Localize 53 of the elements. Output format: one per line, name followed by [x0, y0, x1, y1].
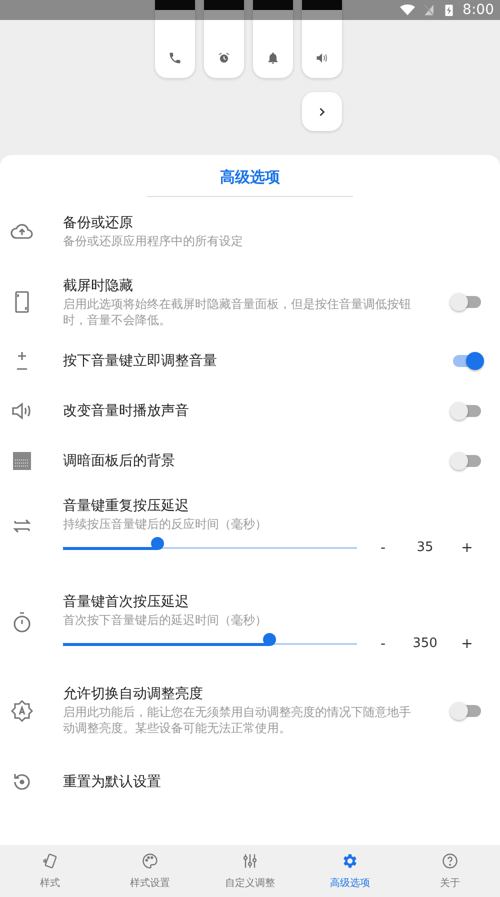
wifi-icon	[400, 4, 415, 16]
volume-slider-card[interactable]	[253, 0, 293, 78]
nav-tab[interactable]: 样式设置	[100, 845, 200, 897]
increase-button[interactable]: +	[457, 636, 477, 652]
setting-description: 启用此功能后，能让您在无须禁用自动调整亮度的情况下随意地手动调整亮度。某些设备可能无法正常使用。	[63, 704, 412, 736]
setting-title: 音量键重复按压延迟	[63, 496, 190, 516]
no-signal-icon	[422, 4, 435, 16]
setting-title: 按下音量键立即调整音量	[63, 352, 218, 370]
volume-slider-card[interactable]	[204, 0, 244, 78]
help-icon	[441, 852, 459, 870]
nav-tab[interactable]: 关于	[400, 845, 500, 897]
setting-title: 音量键首次按压延迟	[63, 592, 190, 612]
settings-icon	[341, 852, 359, 870]
setting-description: 持续按压音量键后的反应时间（毫秒）	[63, 516, 268, 532]
slider-value: 350	[412, 636, 438, 651]
sliders-icon	[241, 852, 259, 870]
phone-tilt-icon	[41, 852, 59, 870]
volume-slider-card[interactable]	[302, 0, 342, 78]
battery-charging-icon	[442, 4, 455, 16]
level-bar	[155, 0, 195, 10]
setting-description: 备份或还原应用程序中的所有设定	[63, 232, 244, 248]
level-bar	[302, 0, 342, 10]
decrease-button[interactable]: -	[373, 636, 393, 652]
setting-title: 改变音量时播放声音	[63, 402, 190, 420]
setting-title: 截屏时隐藏	[63, 276, 134, 296]
decrease-button[interactable]: -	[373, 540, 393, 556]
level-bar	[253, 0, 293, 10]
palette-icon	[141, 852, 159, 870]
speaker-icon	[315, 51, 329, 65]
slider-thumb[interactable]	[151, 537, 164, 550]
setting-title: 允许切换自动调整亮度	[63, 685, 204, 704]
alarm-icon	[217, 51, 231, 65]
setting-title: 重置为默认设置	[63, 772, 162, 792]
nav-tab[interactable]: 高级选项	[300, 845, 400, 897]
bell-icon	[266, 51, 280, 65]
slider-thumb[interactable]	[262, 633, 276, 646]
setting-title: 调暗面板后的背景	[63, 452, 176, 470]
setting-title: 备份或还原	[63, 214, 134, 232]
nav-tab[interactable]: 样式	[0, 845, 100, 897]
sheet-title: 高级选项	[147, 155, 353, 197]
phone-icon	[168, 51, 182, 65]
delay-slider[interactable]	[63, 537, 357, 550]
nav-tab[interactable]: 自定义调整	[200, 845, 300, 897]
auto-brightness-icon	[10, 698, 34, 722]
setting-description: 首次按下音量键后的延迟时间（毫秒）	[63, 612, 268, 628]
increase-button[interactable]: +	[457, 540, 477, 556]
delay-slider[interactable]	[63, 633, 357, 646]
dim-pattern-icon	[10, 449, 34, 473]
slider-value: 35	[416, 540, 434, 555]
setting-description: 启用此选项将始终在截屏时隐藏音量面板，但是按住音量调低按钮时，音量不会降低。	[63, 296, 412, 328]
volume-slider-card[interactable]	[155, 0, 195, 78]
status-time: 8:00	[462, 2, 494, 18]
level-bar	[204, 0, 244, 10]
